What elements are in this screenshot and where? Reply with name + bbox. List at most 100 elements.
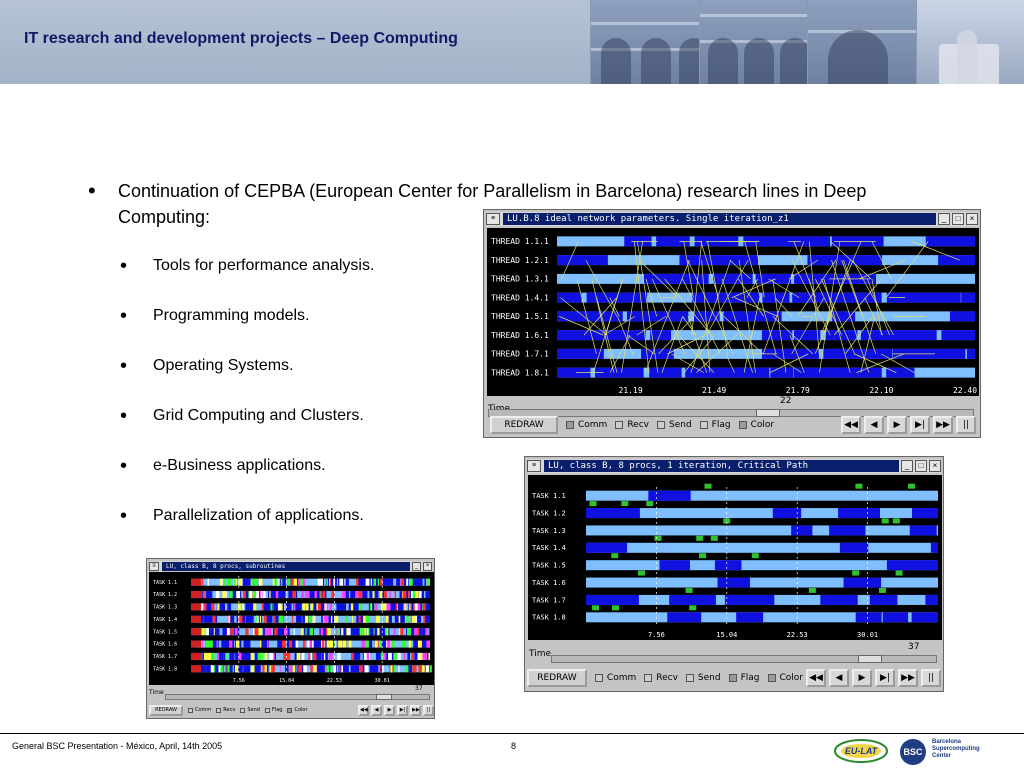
close-icon[interactable]: × [929, 460, 941, 472]
fast-forward-icon[interactable]: ▶▶ [410, 704, 421, 716]
state-segment [557, 348, 604, 359]
checkbox-box[interactable] [644, 674, 653, 682]
trace-toolbar: REDRAW Comm Recv Send Flag Color ◀◀ ◀ ▶ ▶| ▶▶ || [149, 703, 434, 717]
trace-plot[interactable]: TASK 1.1 TASK 1.2 TASK 1.3 TASK 1.4 TASK 1.5… [149, 572, 434, 685]
step-forward-icon[interactable]: ▶| [875, 669, 895, 687]
maximize-icon[interactable]: □ [915, 460, 927, 472]
step-forward-icon[interactable]: ▶| [910, 416, 930, 434]
recv-checkbox[interactable]: Recv [644, 673, 678, 683]
event-mark [379, 640, 382, 648]
time-slider[interactable] [165, 694, 430, 700]
time-slider[interactable] [551, 655, 937, 663]
minimize-icon[interactable]: _ [901, 460, 913, 472]
fast-rewind-icon[interactable]: ◀◀ [358, 704, 369, 716]
tick-label: 21.49 [702, 386, 726, 395]
fast-rewind-icon[interactable]: ◀◀ [806, 669, 826, 687]
checkbox-box[interactable] [657, 421, 665, 429]
play-icon[interactable]: ▶ [887, 416, 907, 434]
minimize-icon[interactable]: _ [938, 213, 950, 225]
checkbox-label: Comm [606, 673, 637, 683]
event-mark [415, 615, 418, 623]
event-mark [228, 615, 231, 623]
row-label: THREAD 1.8.1 [491, 368, 549, 377]
fast-forward-icon[interactable]: ▶▶ [898, 669, 918, 687]
trace-plot[interactable]: TASK 1.1 TASK 1.2 TASK 1.3 TASK 1.4 TASK 1.5… [528, 475, 942, 640]
comm-checkbox[interactable]: Comm [566, 420, 607, 430]
event-mark [341, 665, 343, 673]
event-mark [384, 591, 387, 599]
flag-icon [696, 535, 704, 541]
flag-checkbox[interactable]: Flag [699, 420, 731, 430]
send-checkbox[interactable]: Send [685, 673, 721, 683]
event-mark [395, 603, 397, 611]
rewind-icon[interactable]: ◀ [864, 416, 884, 434]
send-checkbox[interactable]: Send [657, 420, 692, 430]
comm-checkbox[interactable]: Comm [188, 707, 211, 713]
checkbox-box[interactable] [216, 707, 222, 713]
checkbox-box[interactable] [738, 421, 747, 429]
flag-icon [751, 553, 759, 559]
state-segment [650, 330, 672, 341]
color-checkbox[interactable]: Color [767, 673, 803, 683]
close-icon[interactable]: × [966, 213, 978, 225]
redraw-button[interactable]: REDRAW [527, 669, 587, 687]
flag-checkbox[interactable]: Flag [264, 707, 282, 713]
time-slider-thumb[interactable] [858, 655, 882, 663]
checkbox-box[interactable] [615, 421, 624, 429]
play-icon[interactable]: ▶ [384, 704, 395, 716]
send-checkbox[interactable]: Send [240, 707, 260, 713]
pause-icon[interactable]: || [956, 416, 976, 434]
fast-rewind-icon[interactable]: ◀◀ [841, 416, 861, 434]
checkbox-box[interactable] [264, 707, 270, 713]
pause-icon[interactable]: || [921, 669, 941, 687]
recv-checkbox[interactable]: Recv [216, 707, 235, 713]
trace-plot[interactable]: THREAD 1.1.1 THREAD 1.2.1 THREAD 1.3.1 THRE… [487, 228, 979, 396]
trace-canvas[interactable]: TASK 1.1 TASK 1.2 TASK 1.3 TASK 1.4 TASK 1.5… [149, 572, 434, 685]
color-checkbox[interactable]: Color [287, 707, 308, 713]
window-titlebar[interactable]: ≡ LU, class B, 8 procs, 1 iteration, Cri… [527, 459, 941, 473]
checkbox-box[interactable] [699, 421, 708, 429]
minimize-icon[interactable]: _ [412, 561, 421, 571]
comm-checkbox[interactable]: Comm [594, 673, 637, 683]
checkbox-box[interactable] [287, 707, 293, 713]
redraw-button[interactable]: REDRAW [149, 704, 183, 716]
fast-forward-icon[interactable]: ▶▶ [933, 416, 953, 434]
trace-window-critical-path[interactable]: ≡ LU, class B, 8 procs, 1 iteration, Cri… [524, 456, 944, 692]
recv-checkbox[interactable]: Recv [615, 420, 649, 430]
maximize-icon[interactable]: □ [952, 213, 964, 225]
window-titlebar[interactable]: ≡ LU, class B, 8 procs, subroutines _ × [149, 561, 432, 571]
window-menu-icon[interactable]: ≡ [486, 213, 500, 225]
state-segment [296, 615, 302, 623]
flag-icon [689, 605, 697, 611]
checkbox-box[interactable] [685, 674, 694, 682]
rewind-icon[interactable]: ◀ [371, 704, 382, 716]
row-label: TASK 1.2 [153, 592, 177, 598]
color-checkbox[interactable]: Color [738, 420, 774, 430]
pause-icon[interactable]: || [423, 704, 434, 716]
state-bar [586, 525, 938, 536]
flag-checkbox[interactable]: Flag [728, 673, 760, 683]
checkbox-box[interactable] [767, 674, 776, 682]
checkbox-box[interactable] [594, 674, 603, 682]
trace-window-network[interactable]: ≡ LU.B.8 ideal network parameters. Singl… [483, 209, 981, 438]
redraw-button[interactable]: REDRAW [490, 416, 558, 434]
checkbox-box[interactable] [566, 421, 574, 429]
window-menu-icon[interactable]: ≡ [149, 561, 159, 571]
trace-window-subroutines[interactable]: ≡ LU, class B, 8 procs, subroutines _ × … [146, 558, 435, 719]
flag-icon [852, 570, 860, 576]
window-menu-icon[interactable]: ≡ [527, 460, 541, 472]
checkbox-box[interactable] [728, 674, 737, 682]
trace-canvas[interactable]: THREAD 1.1.1 THREAD 1.2.1 THREAD 1.3.1 THRE… [487, 228, 979, 396]
checkbox-box[interactable] [240, 707, 246, 713]
time-label: Time [149, 689, 164, 696]
window-titlebar[interactable]: ≡ LU.B.8 ideal network parameters. Singl… [486, 212, 978, 226]
rewind-icon[interactable]: ◀ [829, 669, 849, 687]
checkbox-box[interactable] [188, 707, 193, 713]
time-control: Time 37 [529, 640, 939, 664]
step-forward-icon[interactable]: ▶| [397, 704, 408, 716]
checkbox-label: Comm [578, 420, 608, 430]
trace-canvas[interactable]: TASK 1.1 TASK 1.2 TASK 1.3 TASK 1.4 TASK 1.5… [528, 475, 942, 640]
close-icon[interactable]: × [423, 561, 432, 571]
time-slider-thumb[interactable] [376, 694, 392, 700]
play-icon[interactable]: ▶ [852, 669, 872, 687]
